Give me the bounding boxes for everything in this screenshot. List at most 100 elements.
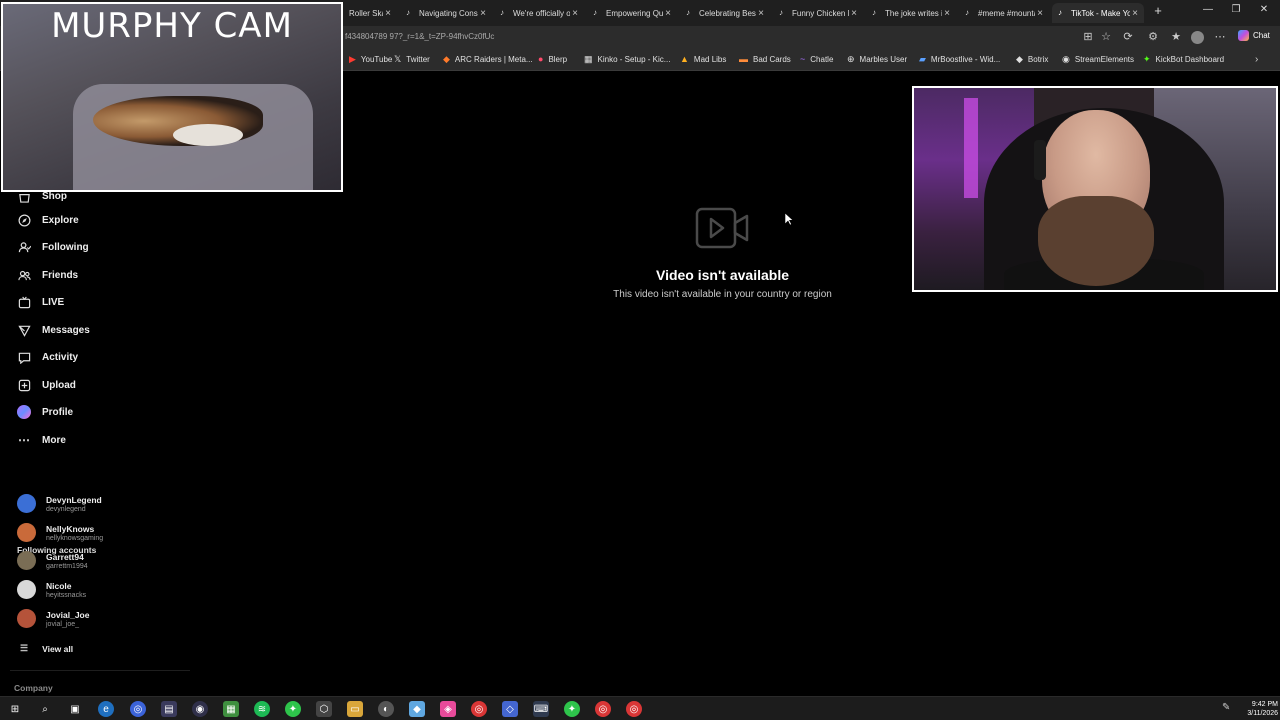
- following-account[interactable]: DevynLegend devynlegend: [17, 494, 102, 513]
- app-icon[interactable]: ▤: [161, 701, 177, 717]
- close-icon[interactable]: ×: [1130, 8, 1140, 19]
- close-icon[interactable]: ×: [663, 8, 673, 19]
- sidebar-item-friends[interactable]: Friends: [17, 268, 78, 282]
- spotify-icon[interactable]: ≋: [254, 701, 270, 717]
- system-clock[interactable]: 9:42 PM 3/11/2026: [1238, 700, 1278, 718]
- tiktok-icon: ♪: [872, 8, 876, 17]
- bookmark[interactable]: ● Blerp: [538, 54, 567, 64]
- app-icon[interactable]: ◇: [502, 701, 518, 717]
- avatar: [17, 580, 36, 599]
- chat-button[interactable]: Chat: [1238, 30, 1270, 41]
- account-name: Jovial_Joe: [46, 609, 90, 620]
- close-icon[interactable]: ×: [570, 8, 580, 19]
- sidebar-item-label: Following: [42, 241, 89, 253]
- bookmark[interactable]: ▰ MrBoostlive - Wid...: [919, 54, 1000, 64]
- sidebar-item-profile[interactable]: Profile: [17, 405, 73, 419]
- bookmark[interactable]: ▶ YouTube: [349, 54, 392, 64]
- activity-icon: [17, 350, 31, 364]
- restore-icon[interactable]: ❐: [1229, 4, 1243, 15]
- tab-label: Funny Chicken M: [792, 8, 849, 18]
- streamelements-icon: ◉: [1062, 54, 1070, 64]
- close-window-icon[interactable]: ✕: [1257, 4, 1271, 15]
- company-link[interactable]: Company: [14, 683, 53, 693]
- murphy-cam-title: MURPHY CAM: [51, 6, 293, 46]
- bookmark[interactable]: ◆ ARC Raiders | Meta...: [443, 54, 533, 64]
- sidebar-item-messages[interactable]: Messages: [17, 323, 90, 337]
- new-tab-button[interactable]: +: [1151, 3, 1165, 18]
- chevron-right-icon[interactable]: ›: [1255, 54, 1258, 65]
- refresh-icon[interactable]: ⟳: [1121, 30, 1135, 44]
- close-icon[interactable]: ×: [478, 8, 488, 19]
- close-icon[interactable]: ×: [383, 8, 393, 19]
- sidebar-item-label: Shop: [42, 190, 67, 202]
- tab-label: #meme #mounta: [978, 8, 1035, 18]
- sidebar-item-explore[interactable]: Explore: [17, 213, 79, 227]
- favorite-star-icon[interactable]: ☆: [1099, 30, 1113, 44]
- task-view-icon[interactable]: ▣: [67, 701, 83, 717]
- bookmark[interactable]: ▬ Bad Cards: [739, 54, 791, 64]
- bookmark[interactable]: ~ Chatle: [800, 54, 833, 64]
- sidebar-item-activity[interactable]: Activity: [17, 350, 78, 364]
- file-explorer-icon[interactable]: ▭: [347, 701, 363, 717]
- tiktok-icon: ♪: [593, 8, 597, 17]
- edge-icon[interactable]: e: [98, 701, 114, 717]
- copilot-icon: [1238, 30, 1249, 41]
- browser-tab[interactable]: ♪ Celebrating Best ×: [680, 3, 770, 23]
- sidebar-item-more[interactable]: ⋯ More: [17, 433, 66, 447]
- browser-tab[interactable]: ♪ #meme #mounta ×: [959, 3, 1049, 23]
- bookmark[interactable]: ▲ Mad Libs: [680, 54, 726, 64]
- app-icon[interactable]: ◎: [626, 701, 642, 717]
- app-icon[interactable]: ✦: [285, 701, 301, 717]
- app-icon[interactable]: ◎: [130, 701, 146, 717]
- clock-date: 3/11/2026: [1247, 710, 1278, 717]
- sidebar-divider: [10, 670, 190, 671]
- favorites-icon[interactable]: ★: [1169, 30, 1183, 44]
- close-icon[interactable]: ×: [849, 8, 859, 19]
- obs-icon[interactable]: ◉: [192, 701, 208, 717]
- browser-tab[interactable]: ♪ Empowering Qui ×: [587, 3, 677, 23]
- menu-dots-icon[interactable]: ⋯: [1213, 30, 1227, 44]
- app-icon[interactable]: ✦: [564, 701, 580, 717]
- app-icon[interactable]: ◎: [595, 701, 611, 717]
- split-screen-icon[interactable]: ⊞: [1081, 30, 1095, 44]
- browser-tab[interactable]: ♪ Navigating Cons ×: [400, 3, 492, 23]
- browser-tab[interactable]: ♪ The joke writes it ×: [866, 3, 956, 23]
- windows-start-icon[interactable]: ⊞: [7, 701, 23, 717]
- url-field[interactable]: f434804789 97?_r=1&_t=ZP-94fhvCz0fUc: [345, 32, 494, 41]
- following-account[interactable]: Garrett94 garrettm1994: [17, 551, 88, 570]
- sidebar-item-live[interactable]: LIVE: [17, 295, 64, 309]
- sidebar-item-following[interactable]: Following: [17, 240, 89, 254]
- app-icon[interactable]: ⌨: [533, 701, 549, 717]
- app-icon[interactable]: ◆: [409, 701, 425, 717]
- following-account[interactable]: Nicole heyitssnacks: [17, 580, 86, 599]
- browser-tab[interactable]: ♪ We're officially o ×: [494, 3, 584, 23]
- app-icon[interactable]: ⬡: [316, 701, 332, 717]
- close-icon[interactable]: ×: [942, 8, 952, 19]
- app-icon[interactable]: ◈: [440, 701, 456, 717]
- bookmark[interactable]: ✦ KickBot Dashboard: [1143, 54, 1224, 64]
- following-account[interactable]: Jovial_Joe jovial_joe_: [17, 609, 89, 628]
- chat-label: Chat: [1253, 31, 1270, 40]
- bookmark[interactable]: 𝕏 Twitter: [394, 54, 430, 64]
- pen-tray-icon[interactable]: ✎: [1222, 702, 1230, 713]
- browser-tab-active[interactable]: ♪ TikTok - Make Yo ×: [1052, 3, 1144, 23]
- search-icon[interactable]: ⌕: [37, 701, 53, 717]
- sidebar-item-upload[interactable]: Upload: [17, 378, 76, 392]
- minimize-icon[interactable]: —: [1201, 4, 1215, 15]
- minecraft-icon[interactable]: ▦: [223, 701, 239, 717]
- view-all-link[interactable]: ☰ View all: [20, 643, 73, 654]
- video-camera-icon: [695, 207, 748, 249]
- extensions-icon[interactable]: ⚙: [1146, 30, 1160, 44]
- app-icon[interactable]: ◐: [378, 701, 394, 717]
- browser-tab[interactable]: Roller Skat ×: [343, 3, 397, 23]
- following-account[interactable]: NellyKnows nellyknowsgaming: [17, 523, 103, 542]
- app-icon[interactable]: ◎: [471, 701, 487, 717]
- profile-avatar[interactable]: [1191, 31, 1204, 44]
- bookmark[interactable]: ⊕ Marbles User: [847, 54, 907, 64]
- bookmark[interactable]: ◆ Botrix: [1016, 54, 1048, 64]
- close-icon[interactable]: ×: [756, 8, 766, 19]
- browser-tab[interactable]: ♪ Funny Chicken M ×: [773, 3, 863, 23]
- close-icon[interactable]: ×: [1035, 8, 1045, 19]
- bookmark[interactable]: ◉ StreamElements: [1062, 54, 1134, 64]
- bookmark[interactable]: ▦ Kinko - Setup - Kic...: [584, 54, 670, 64]
